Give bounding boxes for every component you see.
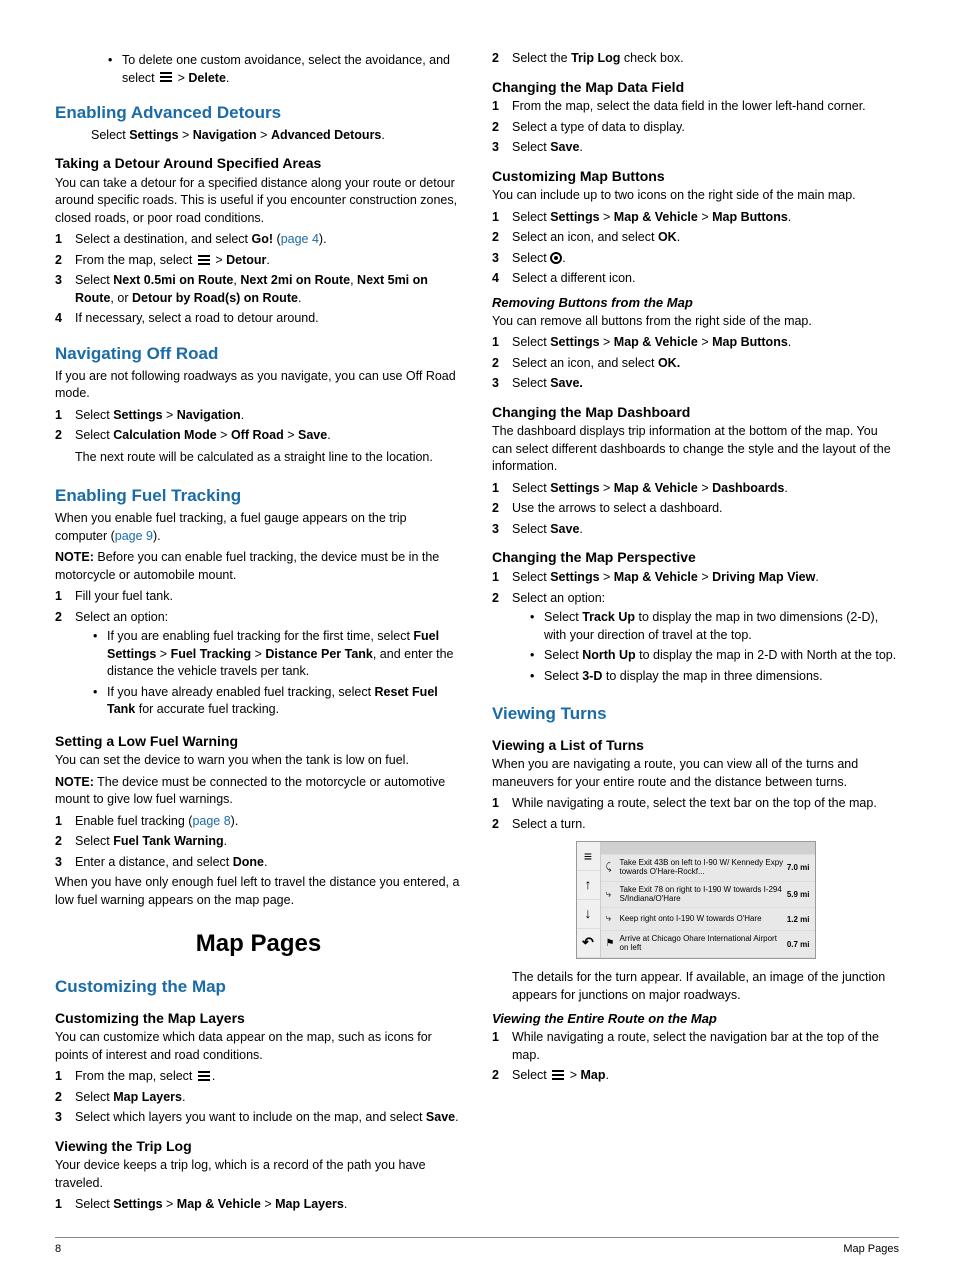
heading-data-field: Changing the Map Data Field xyxy=(492,78,899,98)
layers-intro: You can customize which data appear on t… xyxy=(55,1029,462,1064)
heading-map-layers: Customizing the Map Layers xyxy=(55,1009,462,1029)
offroad-intro: If you are not following roadways as you… xyxy=(55,368,462,403)
heading-dashboard: Changing the Map Dashboard xyxy=(492,403,899,423)
period: . xyxy=(226,71,229,85)
heading-list-turns: Viewing a List of Turns xyxy=(492,736,899,756)
page-8-link[interactable]: page 8 xyxy=(192,814,230,828)
screenshot-turn-dist: 1.2 mi xyxy=(787,914,810,925)
layers-steps: 1From the map, select . 2Select Map Laye… xyxy=(55,1068,462,1127)
screenshot-turn-icon: ⤷ xyxy=(606,912,620,926)
detour-steps: 1Select a destination, and select Go! (p… xyxy=(55,231,462,328)
screenshot-turn-row: ⤹ Take Exit 43B on left to I-90 W/ Kenne… xyxy=(601,855,815,882)
menu-icon xyxy=(198,1068,210,1086)
screenshot-turn-row: ⤷ Take Exit 78 on right to I-190 W towar… xyxy=(601,882,815,909)
lowfuel-steps: 1Enable fuel tracking (page 8). 2Select … xyxy=(55,813,462,872)
screenshot-turn-text: Arrive at Chicago Ohare International Ai… xyxy=(620,935,787,953)
screenshot-turn-dist: 7.0 mi xyxy=(787,862,810,873)
screenshot-turn-icon: ⤷ xyxy=(606,888,620,902)
screenshot-turn-icon: ⤹ xyxy=(606,861,620,875)
page-number: 8 xyxy=(55,1242,61,1257)
screenshot-back-icon: ↶ xyxy=(577,929,600,958)
offroad-steps: 1Select Settings > Navigation. 2Select C… xyxy=(55,407,462,471)
step-num: 3 xyxy=(55,272,75,307)
sep: > xyxy=(174,71,188,85)
listturns-steps: 1While navigating a route, select the te… xyxy=(492,795,899,833)
offroad-note: The next route will be calculated as a s… xyxy=(75,449,462,467)
screenshot-header xyxy=(601,842,815,855)
turns-screenshot: ≡ ↑ ↓ ↶ ⤹ Take Exit 43B on left to I-90 … xyxy=(576,841,816,959)
page-4-link[interactable]: page 4 xyxy=(281,232,319,246)
dashboard-steps: 1Select Settings > Map & Vehicle > Dashb… xyxy=(492,480,899,539)
menu-icon xyxy=(198,252,210,270)
listturns-intro: When you are navigating a route, you can… xyxy=(492,756,899,791)
entireroute-steps: 1While navigating a route, select the na… xyxy=(492,1029,899,1085)
heading-low-fuel: Setting a Low Fuel Warning xyxy=(55,732,462,752)
perspective-steps: 1Select Settings > Map & Vehicle > Drivi… xyxy=(492,569,899,688)
mapbuttons-intro: You can include up to two icons on the r… xyxy=(492,187,899,205)
triplog-intro: Your device keeps a trip log, which is a… xyxy=(55,1157,462,1192)
step-num: 1 xyxy=(55,231,75,249)
heading-advanced-detours: Enabling Advanced Detours xyxy=(55,101,462,125)
listturns-tail: The details for the turn appear. If avai… xyxy=(492,969,899,1004)
step-num: 4 xyxy=(55,310,75,328)
lowfuel-intro: You can set the device to warn you when … xyxy=(55,752,462,770)
lowfuel-tail: When you have only enough fuel left to t… xyxy=(55,874,462,909)
screenshot-turn-row: ⤷ Keep right onto I-190 W towards O'Hare… xyxy=(601,908,815,931)
screenshot-down-icon: ↓ xyxy=(577,900,600,929)
heading-removing-buttons: Removing Buttons from the Map xyxy=(492,294,899,312)
heading-viewing-turns: Viewing Turns xyxy=(492,702,899,726)
heading-map-pages: Map Pages xyxy=(55,927,462,961)
delete-avoidance-list: To delete one custom avoidance, select t… xyxy=(55,52,462,87)
screenshot-menu-icon: ≡ xyxy=(577,842,600,871)
heading-perspective: Changing the Map Perspective xyxy=(492,548,899,568)
heading-map-buttons: Customizing Map Buttons xyxy=(492,167,899,187)
heading-entire-route: Viewing the Entire Route on the Map xyxy=(492,1010,899,1028)
screenshot-turn-dist: 5.9 mi xyxy=(787,889,810,900)
dashboard-intro: The dashboard displays trip information … xyxy=(492,423,899,476)
datafield-steps: 1From the map, select the data field in … xyxy=(492,98,899,157)
adv-detours-instr: Select Settings > Navigation > Advanced … xyxy=(55,127,462,145)
page-9-link[interactable]: page 9 xyxy=(115,529,153,543)
screenshot-turn-text: Take Exit 78 on right to I-190 W towards… xyxy=(620,886,787,904)
fuel-steps: 1Fill your fuel tank. 2Select an option:… xyxy=(55,588,462,722)
heading-customizing-map: Customizing the Map xyxy=(55,975,462,999)
screenshot-turn-dist: 0.7 mi xyxy=(787,939,810,950)
heading-off-road: Navigating Off Road xyxy=(55,342,462,366)
circle-icon xyxy=(550,252,562,264)
removing-intro: You can remove all buttons from the righ… xyxy=(492,313,899,331)
screenshot-flag-icon: ⚑ xyxy=(606,937,620,951)
step-num: 2 xyxy=(55,252,75,270)
footer-section: Map Pages xyxy=(843,1242,899,1257)
triplog-steps-cont: 2Select the Trip Log check box. xyxy=(492,50,899,68)
screenshot-up-icon: ↑ xyxy=(577,871,600,900)
screenshot-turn-text: Take Exit 43B on left to I-90 W/ Kennedy… xyxy=(620,859,787,877)
fuel-note: NOTE: Before you can enable fuel trackin… xyxy=(55,549,462,584)
removing-steps: 1Select Settings > Map & Vehicle > Map B… xyxy=(492,334,899,393)
delete-label: Delete xyxy=(188,71,226,85)
heading-detour-areas: Taking a Detour Around Specified Areas xyxy=(55,154,462,174)
menu-icon xyxy=(160,70,172,88)
screenshot-turn-row: ⚑ Arrive at Chicago Ohare International … xyxy=(601,931,815,958)
heading-fuel-tracking: Enabling Fuel Tracking xyxy=(55,484,462,508)
mapbuttons-steps: 1Select Settings > Map & Vehicle > Map B… xyxy=(492,209,899,288)
triplog-steps: 1Select Settings > Map & Vehicle > Map L… xyxy=(55,1196,462,1214)
fuel-intro: When you enable fuel tracking, a fuel ga… xyxy=(55,510,462,545)
screenshot-turn-text: Keep right onto I-190 W towards O'Hare xyxy=(620,915,787,924)
detour-intro: You can take a detour for a specified di… xyxy=(55,175,462,228)
menu-icon xyxy=(552,1067,564,1085)
lowfuel-note: NOTE: The device must be connected to th… xyxy=(55,774,462,809)
page-footer: 8 Map Pages xyxy=(55,1237,899,1257)
delete-avoidance-item: To delete one custom avoidance, select t… xyxy=(90,52,462,87)
heading-trip-log: Viewing the Trip Log xyxy=(55,1137,462,1157)
